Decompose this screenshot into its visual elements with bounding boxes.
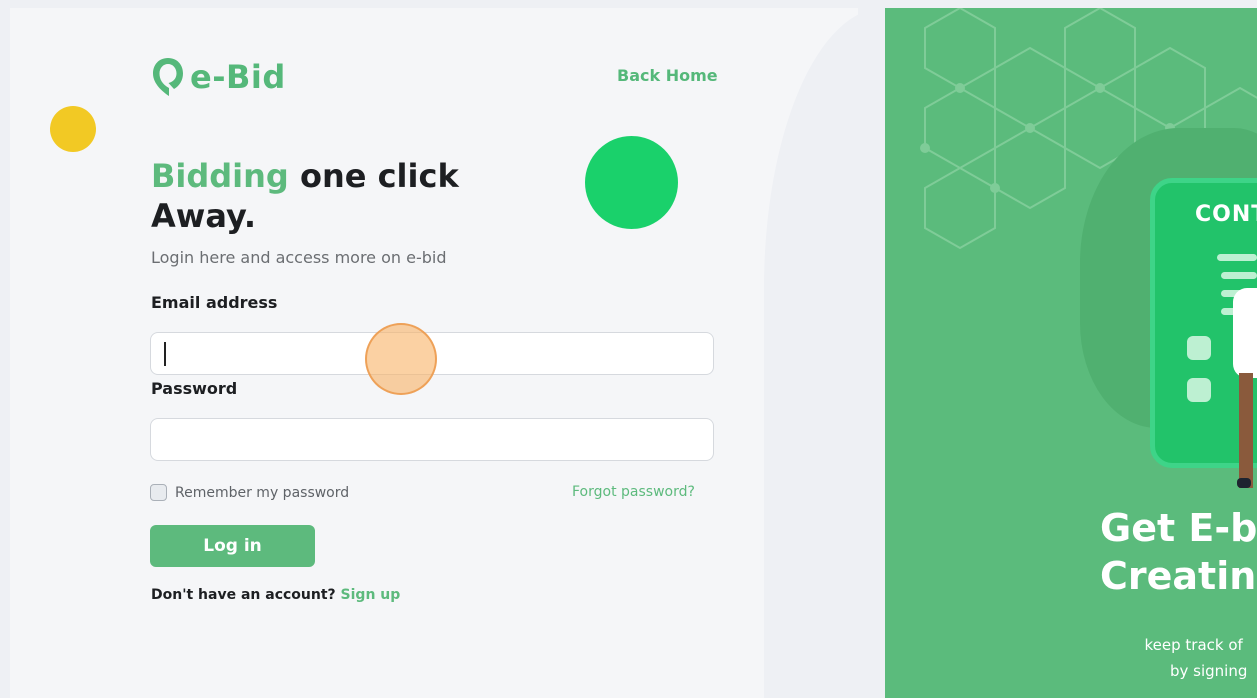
promo-panel: CONT Get E-b Creatin keep track of by si… <box>885 8 1257 698</box>
decorative-yellow-circle <box>50 106 96 152</box>
headline-accent: Bidding <box>151 157 289 195</box>
signup-link[interactable]: Sign up <box>341 587 401 603</box>
headline-line2: Away. <box>151 197 257 235</box>
brand-logo[interactable]: e-Bid <box>150 54 286 100</box>
promo-title-line1: Get E-b <box>1100 506 1257 550</box>
card-checkbox-icon <box>1187 378 1211 402</box>
password-label: Password <box>151 379 238 398</box>
person-illustration <box>1233 288 1257 378</box>
person-shoe-illustration <box>1237 478 1251 488</box>
person-leg-illustration <box>1239 373 1253 488</box>
page-headline: Bidding one click Away. <box>151 156 571 236</box>
back-home-link[interactable]: Back Home <box>617 66 718 85</box>
remember-password-checkbox[interactable]: Remember my password <box>150 484 349 501</box>
remember-label: Remember my password <box>175 484 350 501</box>
text-caret <box>164 342 166 366</box>
promo-sub-line2: by signing <box>1170 662 1248 680</box>
headline-rest: one click <box>288 157 459 195</box>
brand-name: e-Bid <box>190 58 286 96</box>
signup-prompt-text: Don't have an account? <box>151 587 336 603</box>
card-checkbox-icon <box>1187 336 1211 360</box>
password-field[interactable] <box>150 418 714 461</box>
map-pin-logo-icon <box>153 58 183 96</box>
checkbox-box[interactable] <box>150 484 167 501</box>
cursor-highlight <box>365 323 437 395</box>
signup-prompt: Don't have an account? Sign up <box>151 587 400 603</box>
promo-title: Get E-b Creatin <box>1100 504 1257 600</box>
background-curve <box>764 8 858 698</box>
card-line <box>1217 254 1257 261</box>
promo-title-line2: Creatin <box>1100 554 1257 598</box>
login-button[interactable]: Log in <box>150 525 315 567</box>
decorative-green-circle <box>585 136 678 229</box>
forgot-password-link[interactable]: Forgot password? <box>572 484 695 500</box>
card-title: CONT <box>1195 202 1257 227</box>
email-label: Email address <box>151 293 278 312</box>
promo-subtitle: keep track of by signing <box>1140 632 1248 684</box>
page-subtitle: Login here and access more on e-bid <box>151 248 447 267</box>
card-line <box>1221 272 1257 279</box>
promo-sub-line1: keep track of <box>1144 636 1243 654</box>
login-panel: e-Bid Back Home Bidding one click Away. … <box>10 8 858 698</box>
